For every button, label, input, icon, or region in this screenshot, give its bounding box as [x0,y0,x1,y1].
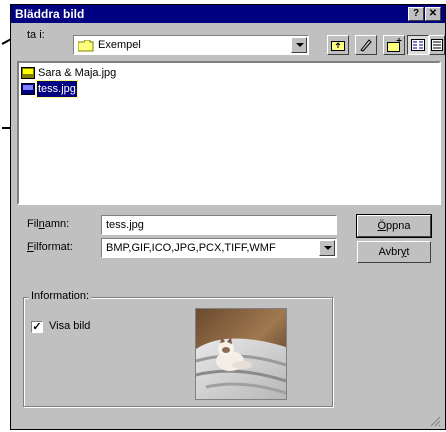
image-preview [195,308,287,400]
title-bar: Bläddra bild ? ✕ [11,5,445,23]
help-icon: ? [412,8,420,19]
close-button[interactable]: ✕ [425,7,441,21]
filename-input[interactable]: tess.jpg [101,215,337,235]
up-folder-icon [331,41,345,51]
chevron-down-icon[interactable] [319,240,335,256]
list-view-button[interactable] [407,35,429,55]
new-folder-button[interactable] [383,35,405,55]
look-in-dropdown[interactable]: Exempel [73,35,309,55]
image-file-icon [21,67,35,79]
look-in-label: ta i: [27,29,45,41]
close-icon: ✕ [428,8,438,19]
file-list[interactable]: Sara & Maja.jpg tess.jpg [17,61,441,205]
open-button[interactable]: Öppna [356,214,432,238]
folder-icon [78,40,94,52]
resize-grip-icon[interactable] [429,415,441,427]
checkmark-icon: ✓ [32,321,42,333]
look-in-value: Exempel [98,39,141,51]
information-group-label: Information: [29,290,92,302]
filetype-dropdown[interactable]: BMP,GIF,ICO,JPG,PCX,TIFF,WMF [101,238,337,258]
cancel-button[interactable]: Avbryt [357,241,431,263]
image-file-icon [21,83,35,95]
filetype-value: BMP,GIF,ICO,JPG,PCX,TIFF,WMF [106,242,276,254]
file-name: Sara & Maja.jpg [38,67,117,79]
desktop-icon [360,39,372,52]
show-image-checkbox[interactable]: ✓ [31,321,43,333]
chevron-down-icon[interactable] [291,37,307,53]
file-name: tess.jpg [36,80,78,98]
list-view-icon [411,39,425,51]
new-folder-icon [387,38,402,52]
window-title: Bläddra bild [15,7,85,21]
filetype-label: Filformat: [27,241,73,253]
desktop-button[interactable] [355,35,377,55]
help-button[interactable]: ? [408,7,424,21]
cat-photo-image [195,309,287,399]
show-image-label: Visa bild [49,320,91,332]
up-one-level-button[interactable] [327,35,349,55]
browse-image-dialog: Bläddra bild ? ✕ ta i: Exempel Sara & Ma… [10,4,446,430]
details-view-icon [431,39,443,51]
details-view-button[interactable] [429,35,445,55]
filename-label: Filnamn: [27,218,70,230]
